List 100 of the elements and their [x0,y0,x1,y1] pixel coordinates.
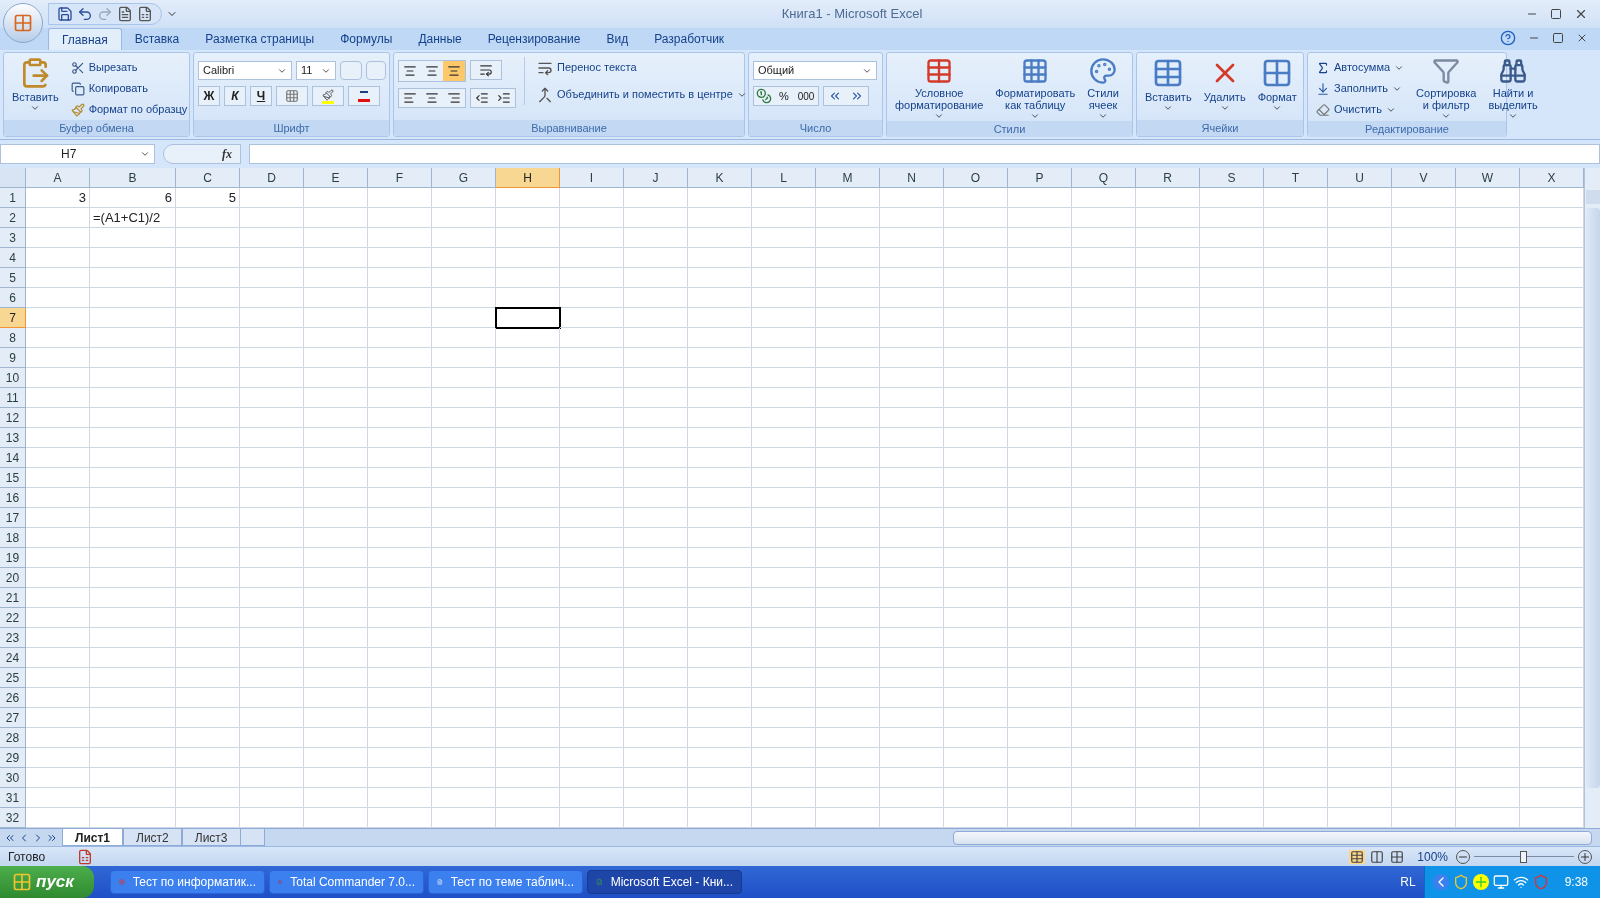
column-header[interactable]: F [368,168,432,188]
column-header[interactable]: V [1392,168,1456,188]
macro-icon[interactable] [77,848,94,865]
ribbon-tab[interactable]: Главная [48,28,122,50]
number-format-field[interactable]: Общий [753,61,877,80]
select-all-button[interactable] [0,168,26,188]
restore-icon[interactable] [1552,32,1564,44]
shrink-font-icon[interactable] [366,61,386,80]
row-header[interactable]: 25 [0,668,26,688]
row-header[interactable]: 32 [0,808,26,828]
row-header[interactable]: 12 [0,408,26,428]
row-header[interactable]: 14 [0,448,26,468]
ribbon-button[interactable]: Заполнить [1312,78,1409,99]
column-header[interactable]: G [432,168,496,188]
spreadsheet-cell[interactable]: 5 [176,188,240,208]
row-header[interactable]: 27 [0,708,26,728]
zoom-slider[interactable] [1474,849,1574,864]
thousands-button[interactable]: 000 [794,88,818,104]
ribbon-button[interactable]: Копировать [66,78,192,99]
row-header[interactable]: 9 [0,348,26,368]
row-header[interactable]: 20 [0,568,26,588]
ribbon-button[interactable]: Перенос текста [533,57,751,78]
row-header[interactable]: 13 [0,428,26,448]
ribbon-button[interactable]: Автосумма [1312,57,1409,78]
row-header[interactable]: 4 [0,248,26,268]
row-header[interactable]: 17 [0,508,26,528]
column-header[interactable]: S [1200,168,1264,188]
row-header[interactable]: 7 [0,308,26,328]
plus-icon[interactable] [1472,874,1489,890]
row-header[interactable]: 2 [0,208,26,228]
column-header[interactable]: C [176,168,240,188]
row-header[interactable]: 28 [0,728,26,748]
column-header[interactable]: Q [1072,168,1136,188]
taskbar-button[interactable]: Тест по информатик... [110,870,265,894]
office-button[interactable] [3,3,43,43]
ribbon-button[interactable]: Вырезать [66,57,192,78]
size-field[interactable]: 11 [296,61,336,80]
row-header[interactable]: 10 [0,368,26,388]
column-header[interactable]: K [688,168,752,188]
column-header[interactable]: H [496,168,560,188]
ribbon-tab[interactable]: Вставка [121,28,193,50]
currency-icon[interactable] [754,88,774,104]
ribbon-button[interactable]: Формат по образцу [66,99,192,120]
row-header[interactable]: 15 [0,468,26,488]
row-header[interactable]: 19 [0,548,26,568]
save-icon[interactable] [57,6,73,22]
bold-button[interactable]: Ж [198,86,220,106]
column-header[interactable]: I [560,168,624,188]
row-header[interactable]: 16 [0,488,26,508]
page-break-icon[interactable] [1389,849,1406,864]
slider-thumb[interactable] [1520,850,1527,863]
taskbar-button[interactable]: Тест по теме таблич... [428,870,583,894]
form-icon[interactable] [117,6,133,22]
wifi-icon[interactable] [1512,874,1529,890]
row-header[interactable]: 8 [0,328,26,348]
row-header[interactable]: 22 [0,608,26,628]
restore-icon[interactable] [1550,8,1562,20]
ribbon-button[interactable]: Вставить [8,57,63,113]
column-header[interactable]: T [1264,168,1328,188]
row-header[interactable]: 21 [0,588,26,608]
ribbon-tab[interactable]: Разметка страницы [192,28,328,50]
undo-icon[interactable] [77,6,93,22]
page-layout-icon[interactable] [1369,849,1386,864]
ribbon-button[interactable]: Вставить [1141,57,1196,113]
column-header[interactable]: R [1136,168,1200,188]
row-header[interactable]: 3 [0,228,26,248]
spreadsheet-cell[interactable]: 6 [90,188,176,208]
taskbar-button[interactable]: Microsoft Excel - Кни... [587,870,742,894]
normal-view-icon[interactable] [1349,849,1366,864]
ribbon-button[interactable]: Найти и выделить [1484,57,1542,121]
column-header[interactable]: E [304,168,368,188]
row-header[interactable]: 5 [0,268,26,288]
row-header[interactable]: 6 [0,288,26,308]
sheet-tab[interactable]: Лист3 [181,829,241,846]
shield-icon[interactable] [1452,874,1469,890]
ribbon-button[interactable]: Сортировка и фильтр [1412,57,1481,121]
function-button[interactable]: fx [222,145,232,163]
close-icon[interactable] [1574,7,1588,21]
column-header[interactable]: A [26,168,90,188]
italic-button[interactable]: К [224,86,246,106]
column-header[interactable]: B [90,168,176,188]
ribbon-tab[interactable]: Разработчик [641,28,738,50]
font-field[interactable]: Calibri [198,61,292,80]
underline-button[interactable]: Ч [250,86,272,106]
ribbon-button[interactable]: Формат [1253,57,1301,113]
vertical-scrollbar[interactable] [1584,168,1600,828]
language-indicator[interactable]: RL [1400,873,1416,891]
ribbon-button[interactable]: Стили ячеек [1083,57,1123,121]
ribbon-tab[interactable]: Рецензирование [474,28,594,50]
row-header[interactable]: 29 [0,748,26,768]
row-header[interactable]: 26 [0,688,26,708]
column-header[interactable]: W [1456,168,1520,188]
ribbon-tab[interactable]: Данные [405,28,475,50]
insert-sheet-icon[interactable] [240,829,265,846]
active-cell[interactable] [496,308,560,328]
font-color-button[interactable] [348,86,380,106]
ribbon-button[interactable]: Условное форматирование [891,57,988,121]
expand-tray-icon[interactable] [1432,874,1449,890]
spreadsheet-cell[interactable]: =(A1+C1)/2 [90,208,176,228]
sheet-tab[interactable]: Лист2 [123,829,182,846]
